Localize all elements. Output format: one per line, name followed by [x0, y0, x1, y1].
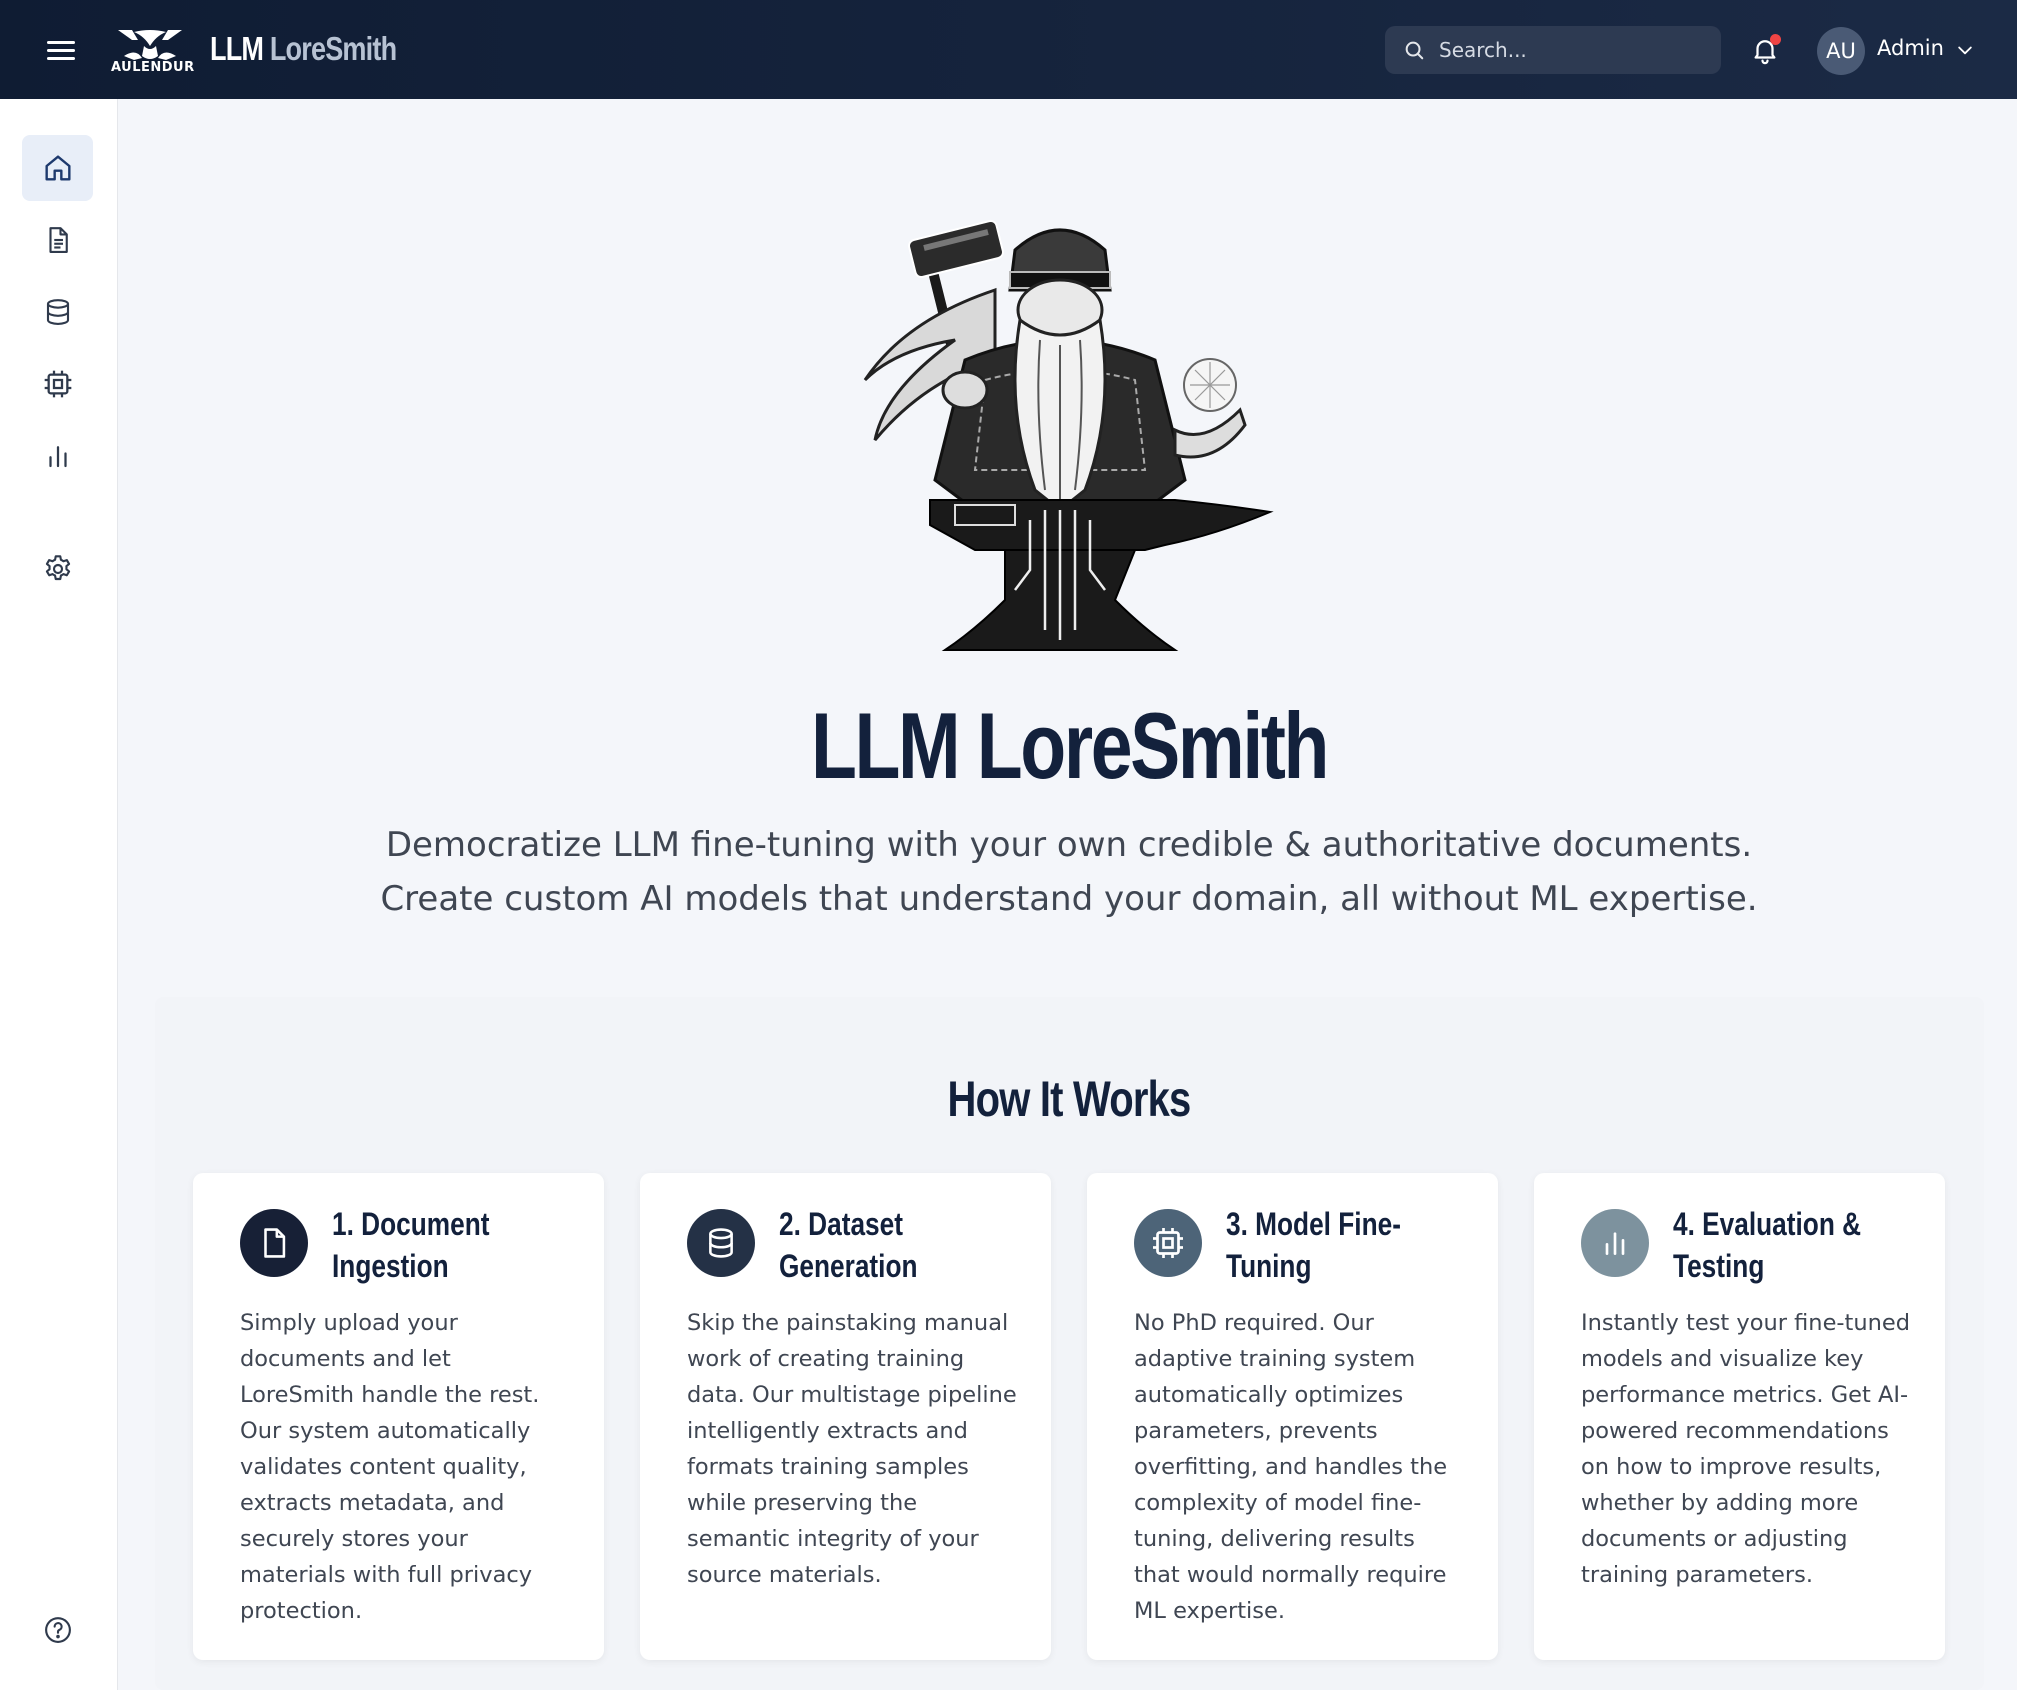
step-card-dataset-generation: 2. Dataset Generation Skip the painstaki…	[640, 1173, 1051, 1660]
sidebar-item-models[interactable]	[22, 351, 93, 417]
bar-chart-icon	[1605, 1232, 1625, 1255]
search-input[interactable]	[1439, 38, 1699, 62]
avatar[interactable]: AU	[1817, 27, 1865, 75]
hero-subtitle-line1: Democratize LLM fine-tuning with your ow…	[385, 825, 1753, 865]
hero-subtitle-line2: Create custom AI models that understand …	[380, 879, 1758, 919]
home-icon	[44, 155, 71, 181]
sidebar	[0, 99, 118, 1690]
step-description: Instantly test your fine-tuned models an…	[1581, 1310, 1910, 1588]
logo-wordmark: AULENDUR	[111, 60, 195, 75]
cpu-chip-icon	[44, 370, 71, 398]
menu-toggle-icon[interactable]	[44, 36, 78, 64]
help-icon	[44, 1617, 71, 1643]
sidebar-item-home[interactable]	[22, 135, 93, 201]
chevron-down-icon[interactable]	[1955, 40, 1975, 60]
step-icon-container	[1581, 1209, 1649, 1277]
step-description: Skip the painstaking manual work of crea…	[687, 1310, 1017, 1588]
user-name[interactable]: Admin	[1877, 36, 1944, 60]
database-icon	[709, 1228, 733, 1258]
sidebar-item-documents[interactable]	[22, 207, 93, 273]
gear-icon	[45, 555, 70, 581]
blacksmith-anvil-illustration	[863, 219, 1274, 651]
step-description: No PhD required. Our adaptive training s…	[1134, 1310, 1448, 1624]
app-title[interactable]: LLM LoreSmith	[210, 30, 397, 68]
sidebar-item-evaluation[interactable]	[22, 423, 93, 489]
step-title: 3. Model Fine-Tuning	[1226, 1206, 1401, 1284]
section-title: How It Works	[947, 1071, 1191, 1127]
sidebar-item-help[interactable]	[22, 1597, 93, 1663]
step-icon-container	[1134, 1209, 1202, 1277]
step-icon-container	[687, 1209, 755, 1277]
database-icon	[46, 299, 69, 325]
step-icon-container	[240, 1209, 308, 1277]
notification-badge	[1770, 34, 1781, 45]
app-title-part2: LoreSmith	[269, 30, 397, 67]
document-icon	[48, 227, 68, 253]
hero-subtitle: Democratize LLM fine-tuning with your ow…	[300, 818, 1838, 926]
sidebar-item-settings[interactable]	[22, 536, 93, 602]
step-title: 4. Evaluation & Testing	[1673, 1206, 1862, 1284]
page-title: LLM LoreSmith	[810, 693, 1329, 798]
step-card-model-fine-tuning: 3. Model Fine-Tuning No PhD required. Ou…	[1087, 1173, 1498, 1660]
step-description: Simply upload your documents and let Lor…	[240, 1310, 540, 1624]
document-icon	[264, 1228, 286, 1258]
search-box[interactable]	[1385, 26, 1721, 74]
cpu-chip-icon	[1153, 1228, 1183, 1258]
sidebar-item-datasets[interactable]	[22, 279, 93, 345]
step-title: 2. Dataset Generation	[779, 1206, 918, 1284]
step-card-document-ingestion: 1. Document Ingestion Simply upload your…	[193, 1173, 604, 1660]
bar-chart-icon	[48, 446, 67, 468]
search-icon	[1405, 41, 1424, 60]
app-title-part1: LLM	[210, 30, 264, 67]
top-navigation-bar: AULENDUR LLM LoreSmith AU Admin	[0, 0, 2017, 99]
step-title: 1. Document Ingestion	[332, 1206, 490, 1284]
step-card-evaluation-testing: 4. Evaluation & Testing Instantly test y…	[1534, 1173, 1945, 1660]
